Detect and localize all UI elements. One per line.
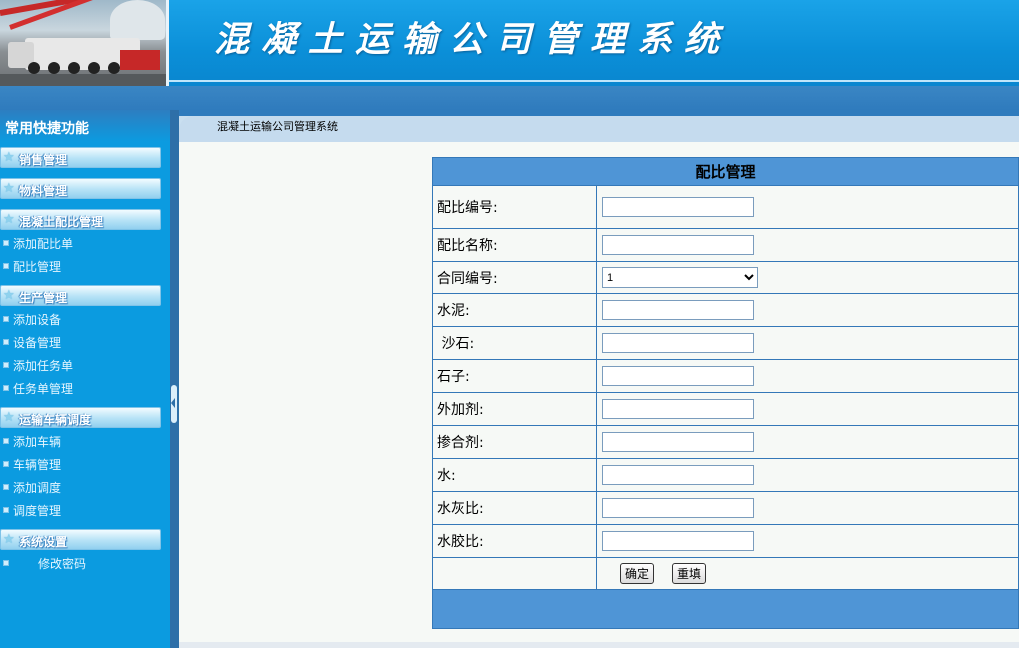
sidebar-collapse-handle[interactable]	[170, 110, 179, 648]
sand-input[interactable]	[602, 333, 754, 353]
menu-item-add-dispatch[interactable]: 添加调度	[0, 478, 160, 496]
form-title: 配比管理	[432, 157, 1019, 186]
chevron-left-icon	[171, 398, 175, 408]
square-bullet-icon	[3, 240, 9, 246]
field-label: 水泥:	[432, 293, 597, 327]
square-bullet-icon	[3, 316, 9, 322]
square-bullet-icon	[3, 484, 9, 490]
app-title: 混凝土运输公司管理系统	[214, 19, 732, 60]
menu-item-add-mix[interactable]: 添加配比单	[0, 234, 160, 252]
field-label: 配比编号:	[432, 185, 597, 229]
water-cement-ratio-input[interactable]	[602, 498, 754, 518]
sidebar: 常用快捷功能 ★ 销售管理 ★ 物料管理 ★ 混凝土配比管理 添加配比单 配比管…	[0, 110, 170, 648]
square-bullet-icon	[3, 263, 9, 269]
field-label: 水灰比:	[432, 491, 597, 525]
water-binder-ratio-input[interactable]	[602, 531, 754, 551]
field-label: 掺合剂:	[432, 425, 597, 459]
menu-item-add-vehicle[interactable]: 添加车辆	[0, 432, 160, 450]
mix-name-input[interactable]	[602, 235, 754, 255]
square-bullet-icon	[3, 507, 9, 513]
menu-group-mix-ratio[interactable]: ★ 混凝土配比管理	[0, 209, 161, 230]
water-input[interactable]	[602, 465, 754, 485]
menu-item-change-password[interactable]: 修改密码	[0, 554, 160, 572]
mix-id-input[interactable]	[602, 197, 754, 217]
gravel-input[interactable]	[602, 366, 754, 386]
star-icon: ★	[3, 288, 15, 303]
menu-group-materials[interactable]: ★ 物料管理	[0, 178, 161, 199]
menu-item-equipment-manage[interactable]: 设备管理	[0, 333, 160, 351]
star-icon: ★	[3, 212, 15, 227]
reset-button[interactable]: 重填	[672, 563, 707, 584]
square-bullet-icon	[3, 362, 9, 368]
field-label: 水:	[432, 458, 597, 492]
field-label: 外加剂:	[432, 392, 597, 426]
star-icon: ★	[3, 181, 15, 196]
mix-ratio-form: 配比管理 配比编号: 配比名称: 合同编号: 1 水泥: 沙石: 石子: 外加剂…	[432, 157, 1019, 629]
menu-item-mix-manage[interactable]: 配比管理	[0, 257, 160, 275]
menu-group-settings[interactable]: ★ 系统设置	[0, 529, 161, 550]
field-label: 合同编号:	[432, 261, 597, 294]
star-icon: ★	[3, 410, 15, 425]
menu-group-sales[interactable]: ★ 销售管理	[0, 147, 161, 168]
menu-item-vehicle-manage[interactable]: 车辆管理	[0, 455, 160, 473]
square-bullet-icon	[3, 461, 9, 467]
sidebar-title: 常用快捷功能	[5, 121, 89, 137]
field-label: 沙石:	[432, 326, 597, 360]
square-bullet-icon	[3, 339, 9, 345]
menu-item-task-manage[interactable]: 任务单管理	[0, 379, 160, 397]
menu-item-dispatch-manage[interactable]: 调度管理	[0, 501, 160, 519]
star-icon: ★	[3, 532, 15, 547]
submit-button[interactable]: 确定	[620, 563, 655, 584]
breadcrumb: 混凝土运输公司管理系统	[217, 120, 338, 133]
cement-input[interactable]	[602, 300, 754, 320]
form-footer	[432, 589, 1019, 629]
square-bullet-icon	[3, 560, 9, 566]
admixture-input[interactable]	[602, 432, 754, 452]
square-bullet-icon	[3, 385, 9, 391]
square-bullet-icon	[3, 438, 9, 444]
header-photo	[0, 0, 166, 86]
top-band	[0, 86, 1019, 110]
field-label: 配比名称:	[432, 228, 597, 262]
star-icon: ★	[3, 150, 15, 165]
field-label: 石子:	[432, 359, 597, 393]
additive-input[interactable]	[602, 399, 754, 419]
menu-item-add-task[interactable]: 添加任务单	[0, 356, 160, 374]
field-label: 水胶比:	[432, 524, 597, 558]
contract-id-select[interactable]: 1	[602, 267, 758, 288]
menu-item-add-equipment[interactable]: 添加设备	[0, 310, 160, 328]
menu-group-dispatch[interactable]: ★ 运输车辆调度	[0, 407, 161, 428]
menu-group-production[interactable]: ★ 生产管理	[0, 285, 161, 306]
header-banner: 混凝土运输公司管理系统	[0, 0, 1019, 86]
